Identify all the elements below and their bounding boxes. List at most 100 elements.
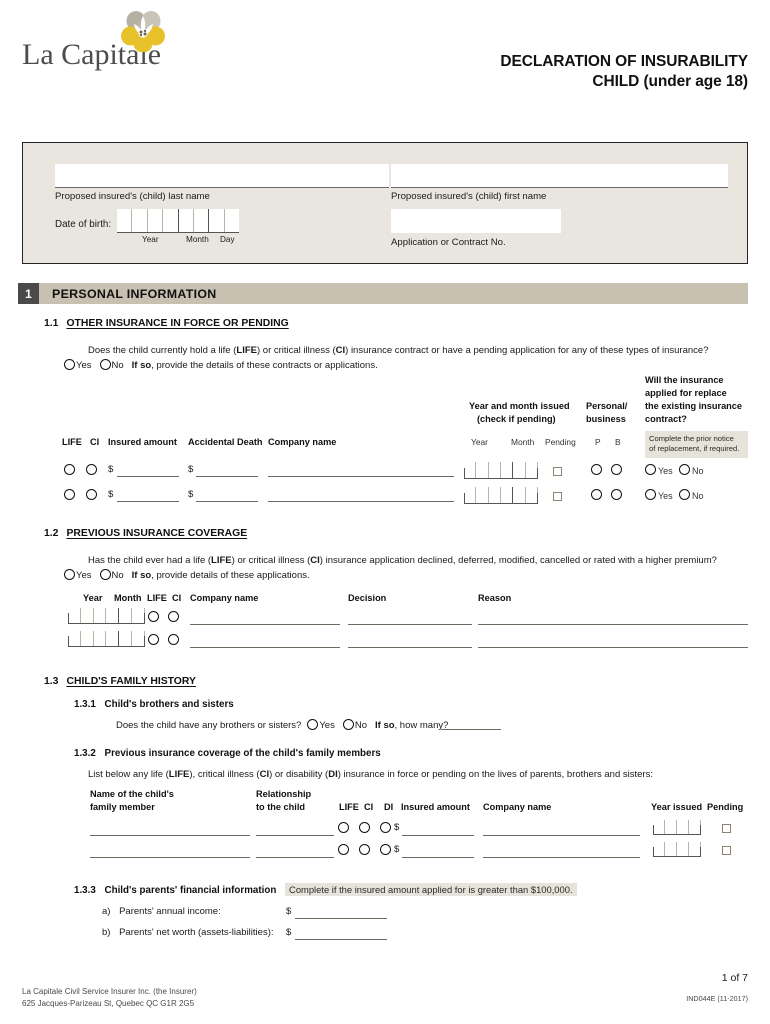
row2-accidental-death-currency: $: [188, 489, 194, 500]
radio-1-3-1-yes[interactable]: [307, 719, 319, 730]
row1-pending-checkbox[interactable]: [553, 467, 562, 476]
row2-year-month-input[interactable]: [464, 487, 538, 504]
family-row1-year-issued-input[interactable]: [653, 820, 701, 835]
dob-cell: [179, 209, 194, 232]
family-row2-di-radio[interactable]: [380, 844, 391, 855]
family-row1-life-radio[interactable]: [338, 822, 349, 833]
row2-life-radio[interactable]: [64, 489, 75, 500]
networth-label-b: Parents' net worth (assets-liabilities):: [119, 927, 274, 938]
family-row1-pending-checkbox[interactable]: [722, 824, 731, 833]
row1-year-month-input[interactable]: [464, 462, 538, 479]
row2-p-radio[interactable]: [591, 489, 602, 500]
prev-row1-decision-input[interactable]: [348, 624, 472, 625]
row1-insured-amount-input[interactable]: [117, 476, 179, 477]
prev-row1-reason-input[interactable]: [478, 624, 748, 625]
application-contract-label: Application or Contract No.: [391, 237, 506, 248]
prev-row2-year-month-input[interactable]: [68, 631, 145, 647]
prev-row2-life-radio[interactable]: [148, 634, 159, 645]
row2-insured-amount-input[interactable]: [117, 501, 179, 502]
row2-company-name-input[interactable]: [268, 501, 454, 502]
question-1-3-1-text: Does the child have any brothers or sist…: [116, 720, 302, 731]
row2-accidental-death-input[interactable]: [196, 501, 258, 502]
income-input-a[interactable]: [295, 918, 387, 919]
comb-cell: [665, 842, 677, 856]
prev-row1-life-radio[interactable]: [148, 611, 159, 622]
row1-replace-yes-radio[interactable]: [645, 464, 656, 475]
comb-cell: [653, 820, 665, 834]
family-row2-company-name-input[interactable]: [483, 857, 640, 858]
family-row2-currency: $: [394, 844, 400, 855]
row2-replace-yes-radio[interactable]: [645, 489, 656, 500]
family-row2-life-radio[interactable]: [338, 844, 349, 855]
family-row2-ci-radio[interactable]: [359, 844, 370, 855]
subsection-1-3-3-heading: 1.3.3 Child's parents' financial informa…: [74, 883, 577, 896]
ifso-1-2-bold: If so: [131, 570, 152, 581]
instruction-1-3-2: List below any life (LIFE), critical ill…: [88, 769, 653, 780]
family-row2-pending-checkbox[interactable]: [722, 846, 731, 855]
family-row1-name-input[interactable]: [90, 835, 250, 836]
last-name-input[interactable]: [55, 164, 389, 188]
radio-1-1-yes[interactable]: [64, 359, 75, 370]
comb-cell: [677, 820, 689, 834]
family-row2-insured-amount-input[interactable]: [402, 857, 474, 858]
radio-1-1-no[interactable]: [99, 359, 111, 370]
prev-row2-ci-radio[interactable]: [168, 634, 179, 645]
family-row2-relationship-input[interactable]: [256, 857, 334, 858]
family-insured-amount-header: Insured amount: [401, 802, 470, 812]
question-1-2-text: Has the child ever had a life (LIFE) or …: [88, 555, 717, 566]
row1-p-radio[interactable]: [591, 464, 602, 475]
date-of-birth-label: Date of birth:: [55, 219, 112, 230]
application-contract-input[interactable]: [391, 209, 561, 233]
ifso-1-1-bold: If so: [131, 360, 152, 371]
personal-business-header-l2: business: [586, 414, 626, 424]
networth-currency-b: $: [286, 927, 292, 938]
how-many-input[interactable]: [441, 729, 501, 730]
row1-b-radio[interactable]: [611, 464, 622, 475]
prev-row1-year-month-input[interactable]: [68, 608, 145, 624]
prev-row2-reason-input[interactable]: [478, 647, 748, 648]
family-row1-ci-radio[interactable]: [359, 822, 370, 833]
prev-row1-company-name-input[interactable]: [190, 624, 340, 625]
date-of-birth-input[interactable]: [117, 209, 239, 233]
comb-cell: [476, 487, 489, 503]
family-row2-name-input[interactable]: [90, 857, 250, 858]
family-row1-insured-amount-input[interactable]: [402, 835, 474, 836]
dob-cell: [194, 209, 210, 232]
comb-cell: [106, 608, 120, 623]
comb-cell: [106, 631, 120, 646]
row2-replace-no-radio[interactable]: [679, 489, 690, 500]
row2-ci-radio[interactable]: [86, 489, 97, 500]
prev-row2-company-name-input[interactable]: [190, 647, 340, 648]
prev-row1-ci-radio[interactable]: [168, 611, 179, 622]
row1-ci-radio[interactable]: [86, 464, 97, 475]
radio-1-2-yes[interactable]: [64, 569, 75, 580]
row1-life-radio[interactable]: [64, 464, 75, 475]
row1-accidental-death-input[interactable]: [196, 476, 258, 477]
family-row1-di-radio[interactable]: [380, 822, 391, 833]
row1-replace-no-label: No: [692, 466, 704, 476]
subsection-1-1-title: OTHER INSURANCE IN FORCE OR PENDING: [66, 318, 289, 329]
income-row-a: a) Parents' annual income:: [102, 906, 221, 919]
family-row2-year-issued-input[interactable]: [653, 842, 701, 857]
first-name-input[interactable]: [391, 164, 728, 188]
radio-1-3-1-no[interactable]: [342, 719, 354, 730]
comb-cell: [119, 631, 133, 646]
family-row1-currency: $: [394, 822, 400, 833]
family-row1-relationship-input[interactable]: [256, 835, 334, 836]
radio-1-2-no[interactable]: [99, 569, 111, 580]
comb-cell: [501, 487, 514, 503]
row2-pending-checkbox[interactable]: [553, 492, 562, 501]
subsection-1-3-1-title: Child's brothers and sisters: [104, 699, 234, 710]
prev-company-name-header: Company name: [190, 593, 259, 603]
row2-insured-amount-currency: $: [108, 489, 114, 500]
prev-row2-decision-input[interactable]: [348, 647, 472, 648]
question-1-3-1-group: Does the child have any brothers or sist…: [116, 719, 448, 731]
dob-cell: [209, 209, 225, 232]
subsection-1-3-2-title: Previous insurance coverage of the child…: [104, 748, 381, 759]
row1-company-name-input[interactable]: [268, 476, 454, 477]
family-row1-company-name-input[interactable]: [483, 835, 640, 836]
row1-replace-no-radio[interactable]: [679, 464, 690, 475]
networth-row-b: b) Parents' net worth (assets-liabilitie…: [102, 927, 274, 940]
networth-input-b[interactable]: [295, 939, 387, 940]
row2-b-radio[interactable]: [611, 489, 622, 500]
